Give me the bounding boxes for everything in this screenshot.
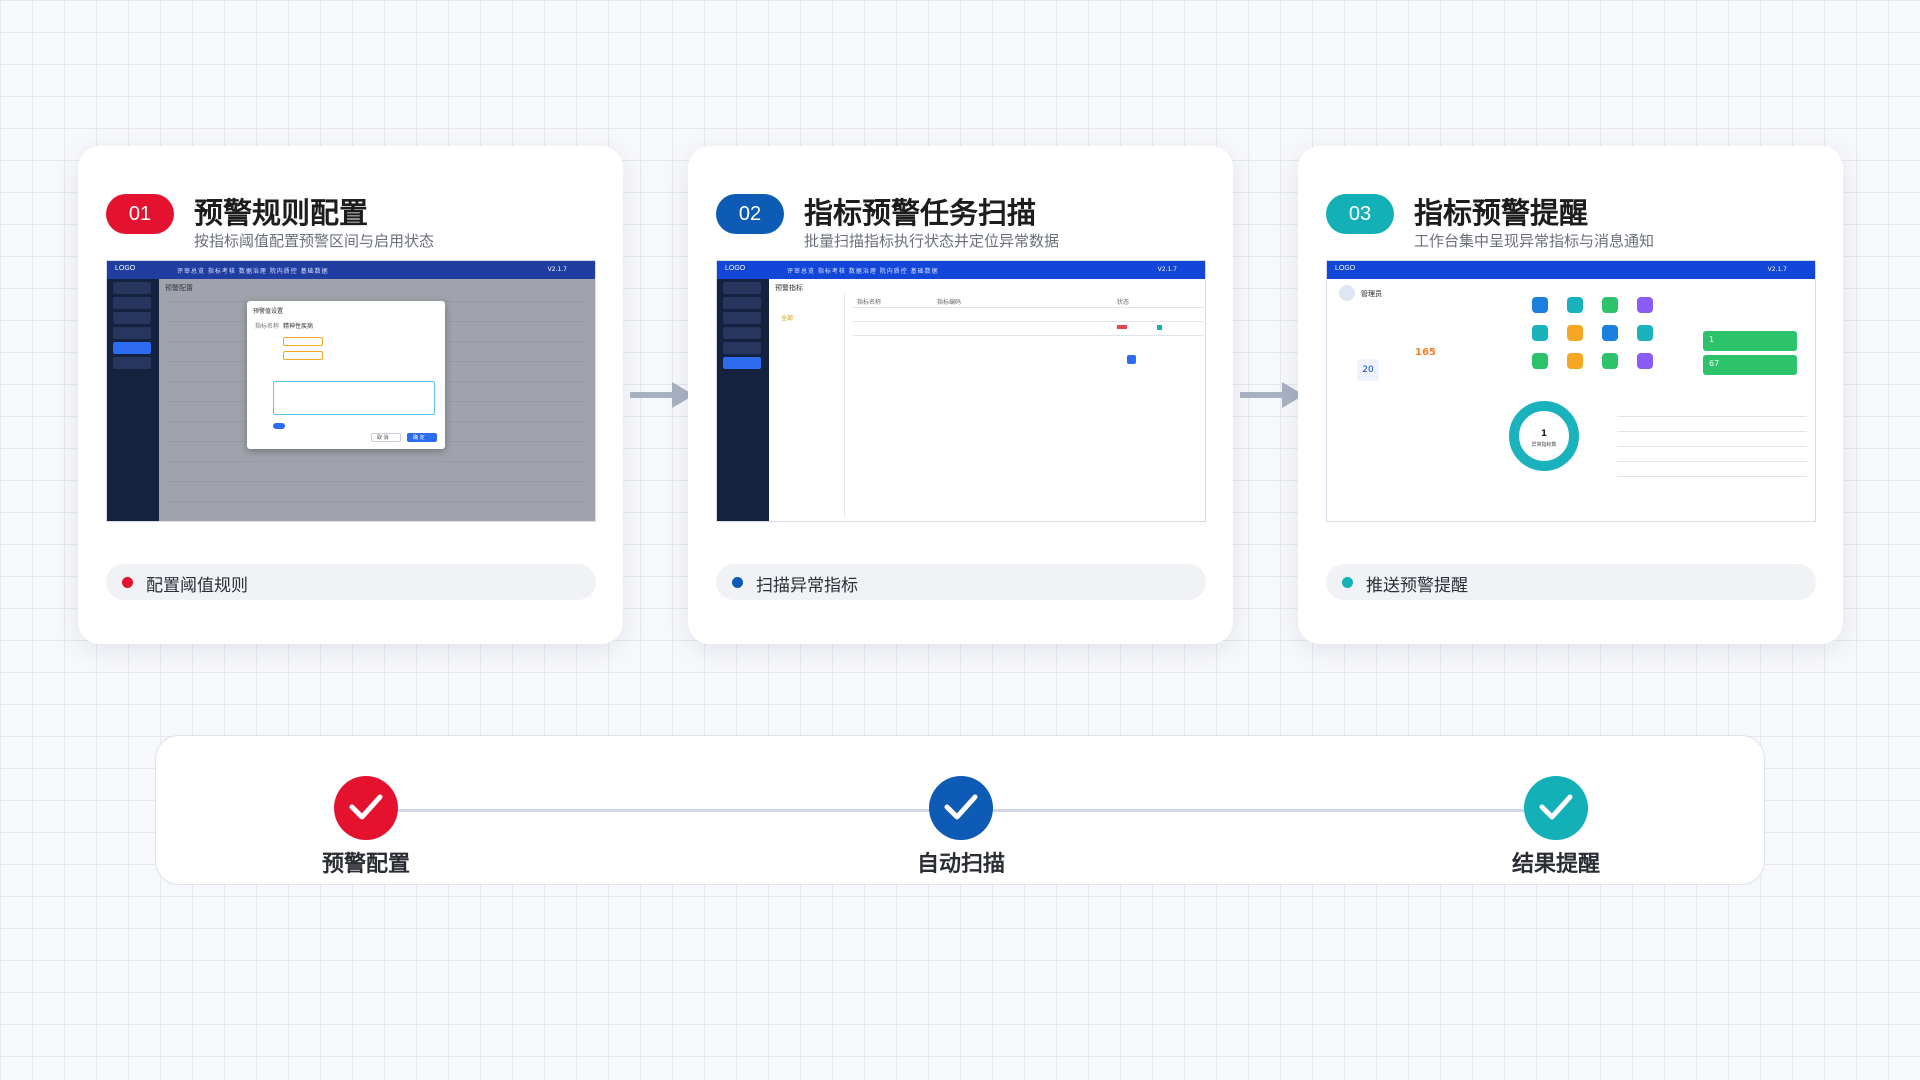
user-greeting: 管理员 [1361, 290, 1382, 298]
app-logo: LOGO [725, 265, 746, 272]
tree-root[interactable]: 全部 [781, 313, 793, 322]
step-badge: 02 [716, 194, 784, 234]
card-header: 03 指标预警提醒 工作台集中呈现异常指标与消息通知 [1326, 168, 1826, 250]
pill-label: 推送预警提醒 [1366, 576, 1468, 596]
card-header: 02 指标预警任务扫描 批量扫描指标执行状态并定位异常数据 [716, 168, 1216, 250]
dialog-field-value: 精神性疾病 [283, 323, 314, 330]
step-badge: 03 [1326, 194, 1394, 234]
column-code: 指标编码 [937, 299, 962, 306]
screenshot-thumbnail: LOGO 评审总览 指标考核 数据治理 院内质控 基础数据 V2.1.7 预警指… [716, 260, 1206, 522]
app-logo: LOGO [115, 265, 136, 272]
green-stat-a: 1 [1709, 335, 1715, 344]
screenshot-thumbnail: LOGO V2.1.7 管理员 20 165 1 67 1 异常指标数 [1326, 260, 1816, 522]
step-label-2: 自动扫描 [916, 852, 1005, 877]
task-count: 165 [1415, 347, 1436, 358]
app-version: V2.1.7 [1767, 266, 1787, 273]
right-arrow-icon [630, 382, 694, 408]
step-pill: 扫描异常指标 [716, 564, 1206, 600]
app-sidebar [107, 279, 159, 521]
avatar [1339, 285, 1355, 301]
check-icon [1539, 794, 1573, 820]
app-version: V2.1.7 [547, 266, 567, 273]
card-header: 01 预警规则配置 按指标阈值配置预警区间与启用状态 [106, 168, 606, 250]
step-pill: 配置阈值规则 [106, 564, 596, 600]
app-topbar: LOGO 评审总览 指标考核 数据治理 院内质控 基础数据 V2.1.7 [717, 261, 1205, 279]
ring-value: 1 [1540, 429, 1548, 439]
card-title: 指标预警任务扫描 [804, 196, 1037, 230]
pill-label: 扫描异常指标 [756, 576, 858, 596]
dialog-field-label: 指标名称 [255, 323, 280, 330]
step-node-3 [1524, 776, 1588, 840]
green-stat-b: 67 [1709, 359, 1720, 368]
process-progress-panel: 预警配置 自动扫描 结果提醒 [155, 735, 1765, 885]
cancel-button[interactable]: 取 消 [377, 434, 389, 441]
app-nav: 评审总览 指标考核 数据治理 院内质控 基础数据 [177, 268, 329, 275]
right-arrow-icon [1240, 382, 1304, 408]
category-tree: 全部 [775, 293, 845, 517]
app-nav: 评审总览 指标考核 数据治理 院内质控 基础数据 [787, 268, 939, 275]
step-label-3: 结果提醒 [1511, 852, 1600, 877]
column-status: 状态 [1117, 299, 1130, 306]
card-subtitle: 按指标阈值配置预警区间与启用状态 [194, 232, 435, 250]
calendar-date: 20 [1357, 359, 1379, 381]
step-label-1: 预警配置 [321, 852, 410, 877]
threshold-dialog: 预警值设置 指标名称 精神性疾病 取 消 确 定 [247, 301, 445, 449]
column-name: 指标名称 [857, 299, 882, 306]
app-page-title: 预警指标 [775, 284, 803, 292]
card-subtitle: 工作台集中呈现异常指标与消息通知 [1414, 232, 1655, 250]
app-logo: LOGO [1335, 265, 1356, 272]
pill-label: 配置阈值规则 [146, 576, 248, 596]
card-title: 指标预警提醒 [1414, 196, 1589, 230]
step-card-1: 01 预警规则配置 按指标阈值配置预警区间与启用状态 LOGO 评审总览 指标考… [78, 146, 623, 644]
step-pill: 推送预警提醒 [1326, 564, 1816, 600]
check-icon [944, 794, 978, 820]
step-badge: 01 [106, 194, 174, 234]
card-subtitle: 批量扫描指标执行状态并定位异常数据 [804, 232, 1060, 250]
ring-label: 异常指标数 [1531, 442, 1557, 448]
app-topbar: LOGO V2.1.7 [1327, 261, 1815, 279]
confirm-button[interactable]: 确 定 [413, 434, 425, 441]
step-node-2 [929, 776, 993, 840]
dialog-title: 预警值设置 [253, 308, 284, 315]
card-title: 预警规则配置 [194, 196, 369, 230]
step-node-1 [334, 776, 398, 840]
app-topbar: LOGO 评审总览 指标考核 数据治理 院内质控 基础数据 V2.1.7 [107, 261, 595, 279]
pill-dot [122, 577, 133, 588]
app-version: V2.1.7 [1157, 266, 1177, 273]
pill-dot [1342, 577, 1353, 588]
check-icon [349, 794, 383, 820]
step-card-3: 03 指标预警提醒 工作台集中呈现异常指标与消息通知 LOGO V2.1.7 管… [1298, 146, 1843, 644]
pill-dot [732, 577, 743, 588]
step-card-2: 02 指标预警任务扫描 批量扫描指标执行状态并定位异常数据 LOGO 评审总览 … [688, 146, 1233, 644]
screenshot-thumbnail: LOGO 评审总览 指标考核 数据治理 院内质控 基础数据 V2.1.7 预警配… [106, 260, 596, 522]
app-sidebar [717, 279, 769, 521]
